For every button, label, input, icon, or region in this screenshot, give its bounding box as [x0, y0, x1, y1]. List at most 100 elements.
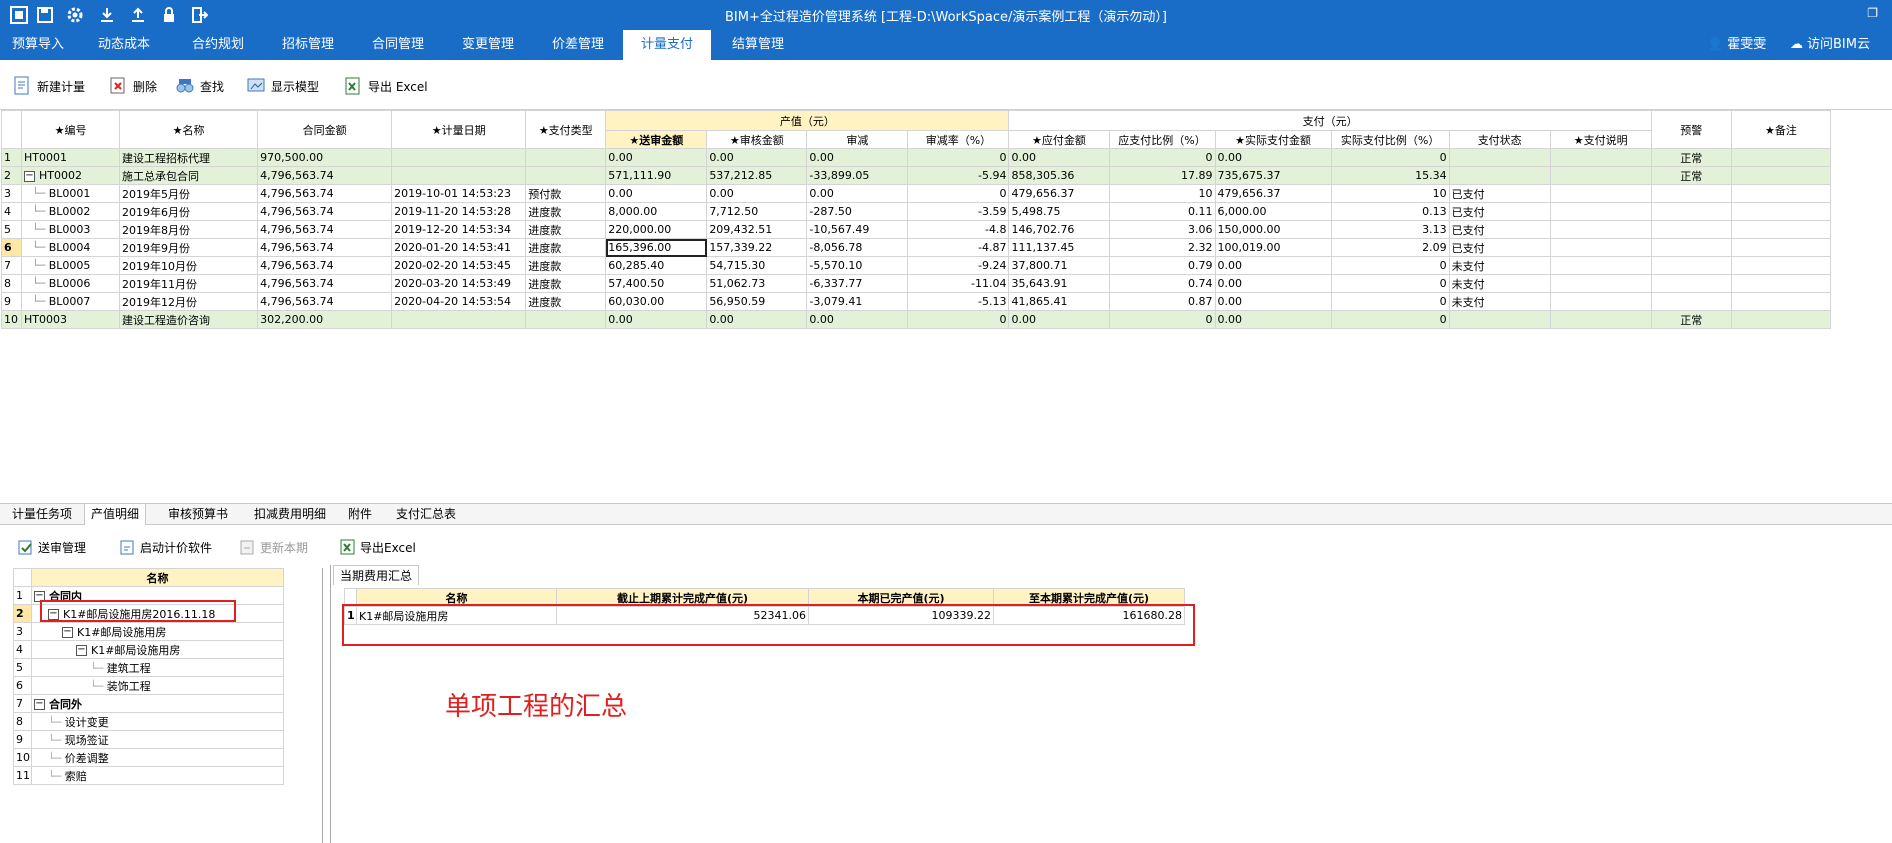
cell-submitted[interactable]: 8,000.00 — [605, 202, 708, 221]
cell-paid[interactable]: 0.00 — [1214, 292, 1332, 311]
cell-pay-type[interactable]: 进度款 — [525, 256, 607, 275]
cell-code[interactable]: HT0001 — [20, 148, 121, 167]
cell-paid-ratio[interactable]: 0 — [1330, 310, 1450, 329]
cell-measure-date[interactable]: 2019-10-01 14:53:23 — [391, 184, 527, 203]
cell-pay-note[interactable] — [1549, 310, 1652, 329]
tree-node[interactable]: └─ 索赔 — [31, 766, 284, 785]
cell-due-ratio[interactable]: 0.79 — [1108, 256, 1216, 275]
cell-reduction-rate[interactable]: 0 — [907, 310, 1010, 329]
cell-pay-note[interactable] — [1549, 184, 1652, 203]
tree-node[interactable]: − K1#邮局设施用房 — [31, 640, 284, 659]
collapse-icon[interactable]: − — [24, 170, 35, 182]
cell-pay-type[interactable] — [525, 166, 607, 185]
cell-warning[interactable] — [1650, 256, 1732, 275]
tree-node[interactable]: └─ 现场签证 — [31, 730, 284, 749]
cell-measure-date[interactable]: 2019-11-20 14:53:28 — [391, 202, 527, 221]
cell-reduction[interactable]: 0.00 — [806, 148, 909, 167]
tree-node[interactable]: └─ 装饰工程 — [31, 676, 284, 695]
cell-audited[interactable]: 0.00 — [706, 184, 808, 203]
cell-submitted[interactable]: 60,285.40 — [605, 256, 708, 275]
cell-contract-amount[interactable]: 4,796,563.74 — [257, 220, 393, 239]
cell-measure-date[interactable]: 2020-01-20 14:53:41 — [391, 238, 527, 257]
cell-pay-type[interactable] — [525, 148, 607, 167]
cell-warning[interactable] — [1650, 238, 1732, 257]
cell-paid-ratio[interactable]: 0 — [1330, 148, 1450, 167]
cell-audited[interactable]: 54,715.30 — [706, 256, 808, 275]
tab-audit-budget[interactable]: 审核预算书 — [162, 504, 234, 525]
tab-contract[interactable]: 合同管理 — [360, 30, 436, 60]
update-current-button[interactable]: 更新本期 — [240, 536, 308, 558]
cell-paid[interactable]: 0.00 — [1214, 310, 1332, 329]
cell-pay-status[interactable]: 未支付 — [1448, 292, 1551, 311]
cell-reduction[interactable]: -6,337.77 — [806, 274, 909, 293]
table-row[interactable]: 3 └─ BL0001 2019年5月份 4,796,563.74 2019-10-01… — [1, 184, 1832, 203]
cell-remark[interactable] — [1730, 166, 1832, 185]
cell-pay-type[interactable]: 预付款 — [525, 184, 607, 203]
cell-paid-ratio[interactable]: 2.09 — [1330, 238, 1450, 257]
cell-due[interactable]: 35,643.91 — [1008, 274, 1110, 293]
cell-paid-ratio[interactable]: 0 — [1330, 274, 1450, 293]
cell-paid[interactable]: 150,000.00 — [1214, 220, 1332, 239]
cell-submitted[interactable]: 571,111.90 — [605, 166, 708, 185]
cell-pay-note[interactable] — [1549, 274, 1652, 293]
cell-paid[interactable]: 0.00 — [1214, 274, 1332, 293]
col-due-ratio[interactable]: 应支付比例（%） — [1108, 130, 1216, 149]
cell-warning[interactable] — [1650, 184, 1732, 203]
cell-due[interactable]: 41,865.41 — [1008, 292, 1110, 311]
cell-pay-status[interactable]: 未支付 — [1448, 256, 1551, 275]
cell-paid-ratio[interactable]: 0 — [1330, 292, 1450, 311]
col-reduction-rate[interactable]: 审减率（%） — [907, 130, 1010, 149]
table-row[interactable]: 9 └─ BL0007 2019年12月份 4,796,563.74 2020-04-2… — [1, 292, 1832, 311]
cell-contract-amount[interactable]: 4,796,563.74 — [257, 238, 393, 257]
cell-audited[interactable]: 209,432.51 — [706, 220, 808, 239]
cell-code[interactable]: └─ BL0006 — [20, 274, 121, 293]
cell-due-ratio[interactable]: 0.87 — [1108, 292, 1216, 311]
cell-pay-status[interactable] — [1448, 166, 1551, 185]
col-remark[interactable]: ★备注 — [1730, 110, 1832, 149]
cell-due-ratio[interactable]: 3.06 — [1108, 220, 1216, 239]
cell-code[interactable]: └─ BL0004 — [20, 238, 121, 257]
show-model-button[interactable]: 显示模型 — [246, 74, 319, 98]
tab-budget-import[interactable]: 预算导入 — [0, 30, 76, 60]
cell-submitted[interactable]: 0.00 — [605, 184, 708, 203]
cell-due-ratio[interactable]: 17.89 — [1108, 166, 1216, 185]
tab-output-detail[interactable]: 产值明细 — [84, 504, 147, 525]
cell-name[interactable]: 2019年5月份 — [119, 184, 259, 203]
cell-audited[interactable]: 0.00 — [706, 148, 808, 167]
review-manage-button[interactable]: 送审管理 — [18, 536, 86, 558]
tree-row[interactable]: 9 └─ 现场签证 — [13, 730, 284, 749]
cell-pay-note[interactable] — [1549, 292, 1652, 311]
sub-export-excel-button[interactable]: 导出Excel — [340, 536, 416, 558]
cell-reduction-rate[interactable]: -5.13 — [907, 292, 1010, 311]
cell-code[interactable]: └─ BL0002 — [20, 202, 121, 221]
tab-tender[interactable]: 招标管理 — [270, 30, 346, 60]
cell-pay-status[interactable]: 已支付 — [1448, 202, 1551, 221]
cell-paid-ratio[interactable]: 3.13 — [1330, 220, 1450, 239]
cell-reduction[interactable]: -287.50 — [806, 202, 909, 221]
cell-pay-type[interactable]: 进度款 — [525, 292, 607, 311]
table-row[interactable]: 6 └─ BL0004 2019年9月份 4,796,563.74 2020-01-20… — [1, 238, 1832, 257]
cell-pay-type[interactable]: 进度款 — [525, 202, 607, 221]
cell-reduction-rate[interactable]: -5.94 — [907, 166, 1010, 185]
cell-name[interactable]: 施工总承包合同 — [119, 166, 259, 185]
cell-pay-status[interactable] — [1448, 148, 1551, 167]
cell-due[interactable]: 146,702.76 — [1008, 220, 1110, 239]
cell-name[interactable]: 2019年8月份 — [119, 220, 259, 239]
tab-settlement[interactable]: 结算管理 — [720, 30, 796, 60]
cell-submitted[interactable]: 60,030.00 — [605, 292, 708, 311]
cell-warning[interactable]: 正常 — [1650, 310, 1732, 329]
cell-audited[interactable]: 0.00 — [706, 310, 808, 329]
cell-pay-note[interactable] — [1549, 220, 1652, 239]
cell-reduction[interactable]: -3,079.41 — [806, 292, 909, 311]
table-row[interactable]: 4 └─ BL0002 2019年6月份 4,796,563.74 2019-11-20… — [1, 202, 1832, 221]
cell-code[interactable]: └─ BL0003 — [20, 220, 121, 239]
cell-due[interactable]: 858,305.36 — [1008, 166, 1110, 185]
cell-submitted[interactable]: 0.00 — [605, 310, 708, 329]
cell-measure-date[interactable] — [391, 148, 527, 167]
col-name[interactable]: ★名称 — [119, 110, 259, 149]
col-code[interactable]: ★编号 — [20, 110, 121, 149]
col-pay-status[interactable]: 支付状态 — [1448, 130, 1551, 149]
table-row[interactable]: 7 └─ BL0005 2019年10月份 4,796,563.74 2020-02-2… — [1, 256, 1832, 275]
col-reduction[interactable]: 审减 — [806, 130, 909, 149]
col-paid[interactable]: ★实际支付金额 — [1214, 130, 1332, 149]
